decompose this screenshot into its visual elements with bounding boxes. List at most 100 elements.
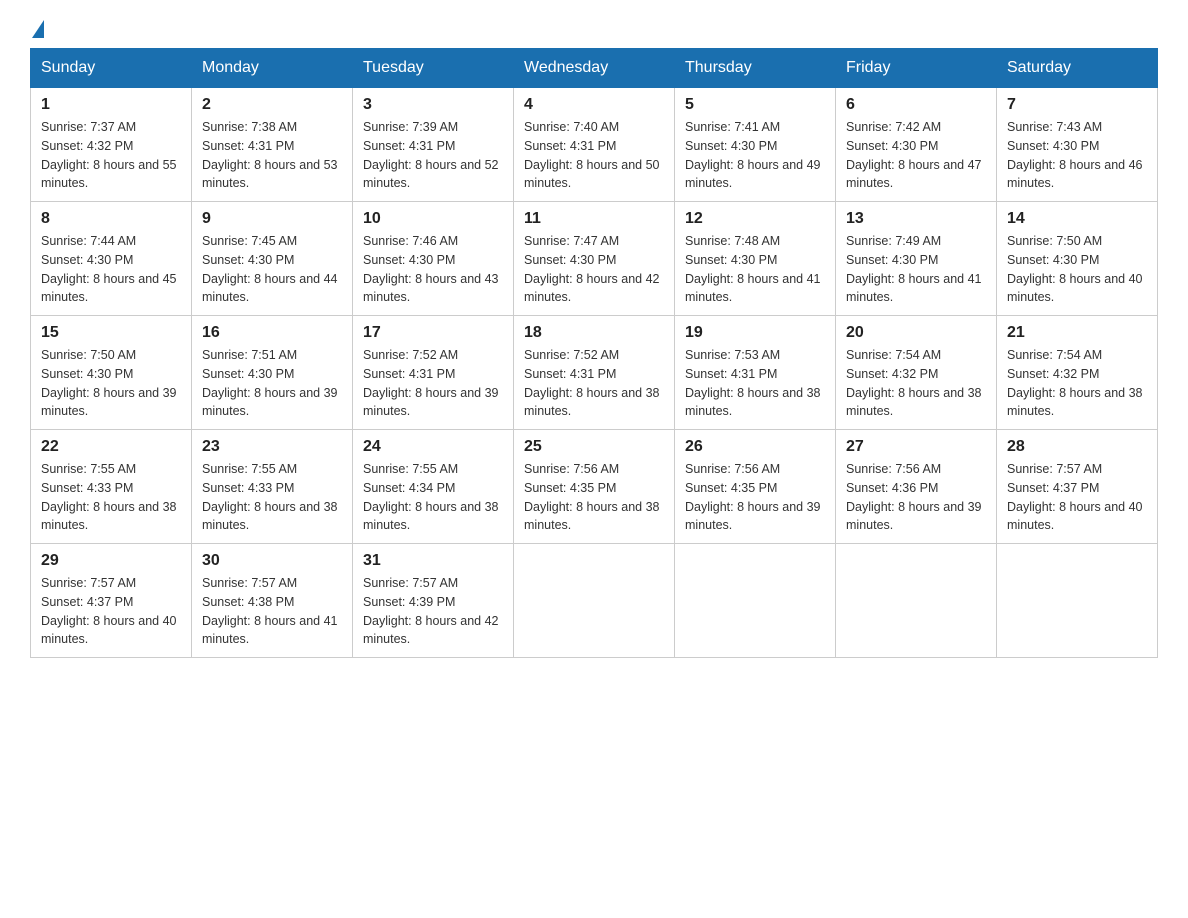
day-header-saturday: Saturday [997, 49, 1158, 88]
calendar-cell: 6 Sunrise: 7:42 AMSunset: 4:30 PMDayligh… [836, 88, 997, 202]
calendar-cell [836, 544, 997, 658]
day-info: Sunrise: 7:37 AMSunset: 4:32 PMDaylight:… [41, 120, 177, 190]
day-info: Sunrise: 7:55 AMSunset: 4:33 PMDaylight:… [202, 462, 338, 532]
calendar-week-row: 8 Sunrise: 7:44 AMSunset: 4:30 PMDayligh… [31, 202, 1158, 316]
day-info: Sunrise: 7:45 AMSunset: 4:30 PMDaylight:… [202, 234, 338, 304]
day-info: Sunrise: 7:56 AMSunset: 4:35 PMDaylight:… [524, 462, 660, 532]
calendar-table: SundayMondayTuesdayWednesdayThursdayFrid… [30, 48, 1158, 658]
day-info: Sunrise: 7:49 AMSunset: 4:30 PMDaylight:… [846, 234, 982, 304]
day-number: 17 [363, 324, 503, 342]
calendar-cell: 28 Sunrise: 7:57 AMSunset: 4:37 PMDaylig… [997, 430, 1158, 544]
day-number: 24 [363, 438, 503, 456]
calendar-cell: 4 Sunrise: 7:40 AMSunset: 4:31 PMDayligh… [514, 88, 675, 202]
day-number: 30 [202, 552, 342, 570]
day-info: Sunrise: 7:38 AMSunset: 4:31 PMDaylight:… [202, 120, 338, 190]
calendar-cell: 23 Sunrise: 7:55 AMSunset: 4:33 PMDaylig… [192, 430, 353, 544]
day-number: 26 [685, 438, 825, 456]
calendar-week-row: 29 Sunrise: 7:57 AMSunset: 4:37 PMDaylig… [31, 544, 1158, 658]
day-header-thursday: Thursday [675, 49, 836, 88]
calendar-header-row: SundayMondayTuesdayWednesdayThursdayFrid… [31, 49, 1158, 88]
day-info: Sunrise: 7:53 AMSunset: 4:31 PMDaylight:… [685, 348, 821, 418]
day-info: Sunrise: 7:50 AMSunset: 4:30 PMDaylight:… [41, 348, 177, 418]
day-number: 20 [846, 324, 986, 342]
day-number: 3 [363, 96, 503, 114]
day-info: Sunrise: 7:41 AMSunset: 4:30 PMDaylight:… [685, 120, 821, 190]
day-number: 4 [524, 96, 664, 114]
calendar-week-row: 15 Sunrise: 7:50 AMSunset: 4:30 PMDaylig… [31, 316, 1158, 430]
calendar-cell: 18 Sunrise: 7:52 AMSunset: 4:31 PMDaylig… [514, 316, 675, 430]
calendar-cell: 5 Sunrise: 7:41 AMSunset: 4:30 PMDayligh… [675, 88, 836, 202]
day-number: 16 [202, 324, 342, 342]
calendar-cell: 7 Sunrise: 7:43 AMSunset: 4:30 PMDayligh… [997, 88, 1158, 202]
day-info: Sunrise: 7:57 AMSunset: 4:37 PMDaylight:… [1007, 462, 1143, 532]
logo [30, 20, 44, 38]
calendar-cell: 21 Sunrise: 7:54 AMSunset: 4:32 PMDaylig… [997, 316, 1158, 430]
day-header-sunday: Sunday [31, 49, 192, 88]
calendar-cell: 24 Sunrise: 7:55 AMSunset: 4:34 PMDaylig… [353, 430, 514, 544]
calendar-cell: 17 Sunrise: 7:52 AMSunset: 4:31 PMDaylig… [353, 316, 514, 430]
day-info: Sunrise: 7:40 AMSunset: 4:31 PMDaylight:… [524, 120, 660, 190]
day-info: Sunrise: 7:48 AMSunset: 4:30 PMDaylight:… [685, 234, 821, 304]
calendar-cell: 25 Sunrise: 7:56 AMSunset: 4:35 PMDaylig… [514, 430, 675, 544]
calendar-cell: 29 Sunrise: 7:57 AMSunset: 4:37 PMDaylig… [31, 544, 192, 658]
day-number: 1 [41, 96, 181, 114]
calendar-cell: 3 Sunrise: 7:39 AMSunset: 4:31 PMDayligh… [353, 88, 514, 202]
calendar-cell: 12 Sunrise: 7:48 AMSunset: 4:30 PMDaylig… [675, 202, 836, 316]
day-number: 21 [1007, 324, 1147, 342]
calendar-cell: 16 Sunrise: 7:51 AMSunset: 4:30 PMDaylig… [192, 316, 353, 430]
day-header-monday: Monday [192, 49, 353, 88]
calendar-week-row: 1 Sunrise: 7:37 AMSunset: 4:32 PMDayligh… [31, 88, 1158, 202]
day-header-wednesday: Wednesday [514, 49, 675, 88]
day-info: Sunrise: 7:57 AMSunset: 4:37 PMDaylight:… [41, 576, 177, 646]
calendar-cell: 26 Sunrise: 7:56 AMSunset: 4:35 PMDaylig… [675, 430, 836, 544]
calendar-cell: 15 Sunrise: 7:50 AMSunset: 4:30 PMDaylig… [31, 316, 192, 430]
day-number: 9 [202, 210, 342, 228]
day-info: Sunrise: 7:51 AMSunset: 4:30 PMDaylight:… [202, 348, 338, 418]
day-info: Sunrise: 7:44 AMSunset: 4:30 PMDaylight:… [41, 234, 177, 304]
calendar-cell: 27 Sunrise: 7:56 AMSunset: 4:36 PMDaylig… [836, 430, 997, 544]
day-number: 10 [363, 210, 503, 228]
day-info: Sunrise: 7:55 AMSunset: 4:33 PMDaylight:… [41, 462, 177, 532]
calendar-cell: 13 Sunrise: 7:49 AMSunset: 4:30 PMDaylig… [836, 202, 997, 316]
calendar-cell: 2 Sunrise: 7:38 AMSunset: 4:31 PMDayligh… [192, 88, 353, 202]
day-number: 13 [846, 210, 986, 228]
day-number: 2 [202, 96, 342, 114]
day-info: Sunrise: 7:39 AMSunset: 4:31 PMDaylight:… [363, 120, 499, 190]
logo-triangle-icon [32, 20, 44, 38]
day-info: Sunrise: 7:55 AMSunset: 4:34 PMDaylight:… [363, 462, 499, 532]
day-header-tuesday: Tuesday [353, 49, 514, 88]
day-info: Sunrise: 7:52 AMSunset: 4:31 PMDaylight:… [524, 348, 660, 418]
calendar-cell: 30 Sunrise: 7:57 AMSunset: 4:38 PMDaylig… [192, 544, 353, 658]
day-number: 27 [846, 438, 986, 456]
day-number: 8 [41, 210, 181, 228]
day-number: 14 [1007, 210, 1147, 228]
calendar-cell: 10 Sunrise: 7:46 AMSunset: 4:30 PMDaylig… [353, 202, 514, 316]
day-number: 25 [524, 438, 664, 456]
calendar-cell: 31 Sunrise: 7:57 AMSunset: 4:39 PMDaylig… [353, 544, 514, 658]
day-number: 7 [1007, 96, 1147, 114]
day-number: 5 [685, 96, 825, 114]
day-number: 11 [524, 210, 664, 228]
day-number: 31 [363, 552, 503, 570]
day-info: Sunrise: 7:54 AMSunset: 4:32 PMDaylight:… [846, 348, 982, 418]
calendar-week-row: 22 Sunrise: 7:55 AMSunset: 4:33 PMDaylig… [31, 430, 1158, 544]
day-info: Sunrise: 7:42 AMSunset: 4:30 PMDaylight:… [846, 120, 982, 190]
day-number: 23 [202, 438, 342, 456]
calendar-cell: 22 Sunrise: 7:55 AMSunset: 4:33 PMDaylig… [31, 430, 192, 544]
day-number: 22 [41, 438, 181, 456]
day-info: Sunrise: 7:56 AMSunset: 4:35 PMDaylight:… [685, 462, 821, 532]
day-info: Sunrise: 7:57 AMSunset: 4:39 PMDaylight:… [363, 576, 499, 646]
calendar-cell: 9 Sunrise: 7:45 AMSunset: 4:30 PMDayligh… [192, 202, 353, 316]
day-number: 29 [41, 552, 181, 570]
day-info: Sunrise: 7:57 AMSunset: 4:38 PMDaylight:… [202, 576, 338, 646]
calendar-cell [675, 544, 836, 658]
calendar-cell: 1 Sunrise: 7:37 AMSunset: 4:32 PMDayligh… [31, 88, 192, 202]
day-number: 12 [685, 210, 825, 228]
calendar-cell [514, 544, 675, 658]
day-header-friday: Friday [836, 49, 997, 88]
day-info: Sunrise: 7:47 AMSunset: 4:30 PMDaylight:… [524, 234, 660, 304]
day-info: Sunrise: 7:54 AMSunset: 4:32 PMDaylight:… [1007, 348, 1143, 418]
day-info: Sunrise: 7:56 AMSunset: 4:36 PMDaylight:… [846, 462, 982, 532]
day-number: 19 [685, 324, 825, 342]
calendar-cell: 8 Sunrise: 7:44 AMSunset: 4:30 PMDayligh… [31, 202, 192, 316]
